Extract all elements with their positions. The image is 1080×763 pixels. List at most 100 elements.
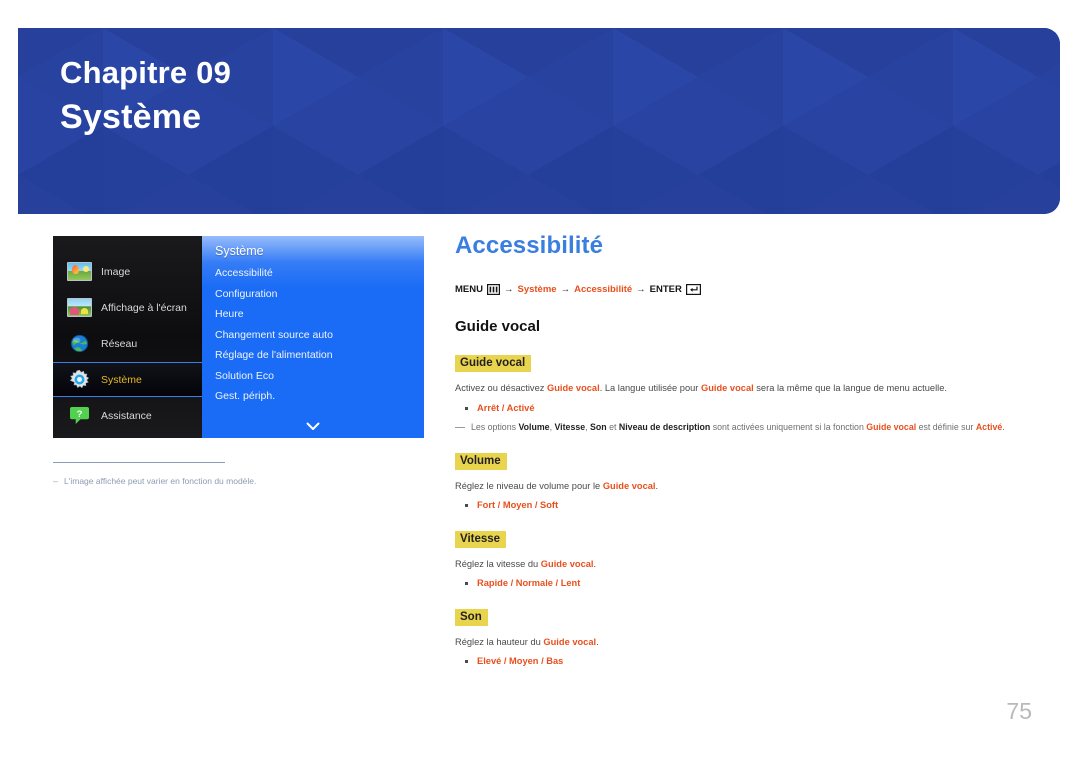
breadcrumb-arrow: → [503,284,514,295]
note-part: . [1002,422,1005,432]
osd-category-label: Assistance [101,409,152,422]
desc-emphasis: Guide vocal [701,383,754,393]
svg-text:?: ? [77,409,83,420]
osd-submenu-item[interactable]: Heure [215,304,424,325]
chapter-header-band: Chapitre 09 Système [18,28,1060,214]
osd-submenu-item[interactable]: Accessibilité [215,263,424,284]
option-bullet: Fort / Moyen / Soft [465,498,1015,513]
osd-category-label: Réseau [101,337,138,350]
option-values: Rapide / Normale / Lent [477,576,580,591]
osd-category-list: Image Affichage à l'écran Réseau Système… [53,236,202,438]
desc-part: Réglez la vitesse du [455,558,541,569]
main-content: Accessibilité MENU → Système → Accessibi… [455,232,1015,673]
note-dash-marker: — [455,422,465,433]
footnote-divider [53,462,225,463]
footnote-dash: ‒ [53,476,59,486]
osd-submenu-item[interactable]: Gest. périph. [215,386,424,407]
desc-part: . [593,558,597,569]
note-emphasis-active: Activé [975,422,1003,432]
breadcrumb-enter-label: ENTER [649,284,682,295]
osd-category-osd[interactable]: Affichage à l'écran [53,290,202,325]
osd-submenu-item[interactable]: Réglage de l'alimentation [215,345,424,366]
option-values: Arrêt / Activé [477,401,535,416]
badge-guide-vocal: Guide vocal [455,355,532,372]
chapter-number: Chapitre 09 [60,55,232,90]
section-description: Réglez la hauteur du Guide vocal. [455,635,1015,650]
option-bullet: Arrêt / Activé [465,401,1015,416]
header-text-block: Chapitre 09 Système [60,54,231,139]
osd-category-network[interactable]: Réseau [53,326,202,361]
osd-submenu-item[interactable]: Solution Eco [215,366,424,387]
chapter-title: Système [60,97,202,136]
badge-son: Son [455,608,488,626]
mockup-footnote: ‒ L'image affichée peut varier en foncti… [53,462,393,487]
section-description: Réglez le niveau de volume pour le Guide… [455,479,1015,494]
desc-emphasis: Guide vocal [540,558,594,569]
note-part: sont activées uniquement si la fonction [710,422,867,432]
osd-category-system[interactable]: Système [53,362,202,397]
note-part: est définie sur [916,422,976,432]
option-values: Elevé / Moyen / Bas [477,654,563,669]
bullet-marker [465,660,468,663]
desc-emphasis: Guide vocal [546,383,600,393]
breadcrumb-menu-label: MENU [455,284,483,295]
osd-scroll-down-button[interactable] [202,422,424,431]
note-emphasis-niveau: Niveau de description [618,422,711,432]
desc-part: . La langue utilisée pour [599,383,701,393]
desc-emphasis: Guide vocal [543,636,597,647]
osd-thumbnail-icon [67,298,92,317]
breadcrumb-step-accessibilite: Accessibilité [574,284,633,295]
bullet-marker [465,406,468,410]
osd-panel-title: Système [215,244,264,258]
globe-icon [67,334,92,353]
osd-submenu-item[interactable]: Configuration [215,284,424,305]
osd-category-label: Affichage à l'écran [101,301,187,314]
desc-emphasis: Guide vocal [602,480,656,491]
option-values-text: Elevé / Moyen / Bas [477,656,564,666]
section-heading-guide-vocal: Guide vocal [455,318,541,335]
note-emphasis-son: Son [590,422,607,432]
osd-category-label: Image [101,265,131,278]
menu-bars-icon [486,284,500,295]
osd-menu-mockup: Image Affichage à l'écran Réseau Système… [53,236,424,438]
section-description: Activez ou désactivez Guide vocal. La la… [455,381,1015,396]
desc-part: . [655,480,659,491]
option-bullet: Elevé / Moyen / Bas [465,654,1015,669]
chevron-down-icon [306,422,320,430]
note-part: Les options [471,422,519,432]
desc-part: Réglez la hauteur du [455,636,544,647]
badge-vitesse: Vitesse [455,530,507,548]
option-values-text: Fort / Moyen / Soft [477,500,559,510]
option-values-text: Rapide / Normale / Lent [477,578,581,588]
desc-part: Activez ou désactivez [455,383,547,393]
note-text: Les options Volume, Vitesse, Son et Nive… [471,421,1005,435]
section-volume: Volume Réglez le niveau de volume pour l… [455,451,1015,513]
page-title: Accessibilité [455,232,604,259]
section-guide-vocal: Guide vocal Activez ou désactivez Guide … [455,353,1015,435]
osd-submenu-item[interactable]: Changement source auto [215,325,424,346]
breadcrumb-arrow: → [560,284,571,295]
badge-volume: Volume [455,452,507,470]
section-son: Son Réglez la hauteur du Guide vocal. El… [455,607,1015,669]
osd-category-support[interactable]: ? Assistance [53,398,202,433]
gear-icon [67,369,92,389]
page-number: 75 [1006,698,1032,724]
breadcrumb: MENU → Système → Accessibilité → ENTER [455,284,1015,295]
osd-submenu-panel: Système Accessibilité Configuration Heur… [202,236,424,438]
footnote-text: L'image affichée peut varier en fonction… [64,476,257,486]
option-values: Fort / Moyen / Soft [477,498,558,513]
breadcrumb-arrow: → [636,284,646,295]
note-emphasis-volume: Volume [518,422,550,432]
breadcrumb-step-systeme: Système [517,284,557,295]
option-bullet: Rapide / Normale / Lent [465,576,1015,591]
picture-thumbnail-icon [67,262,92,281]
section-note: — Les options Volume, Vitesse, Son et Ni… [455,421,1015,435]
osd-category-label: Système [101,373,142,386]
desc-part: . [596,636,599,647]
section-vitesse: Vitesse Réglez la vitesse du Guide vocal… [455,529,1015,591]
bullet-marker [465,504,468,507]
note-emphasis-vitesse: Vitesse [554,422,586,432]
help-bubble-icon: ? [67,406,92,425]
desc-part: sera la même que la langue de menu actue… [753,383,947,393]
osd-category-image[interactable]: Image [53,254,202,289]
